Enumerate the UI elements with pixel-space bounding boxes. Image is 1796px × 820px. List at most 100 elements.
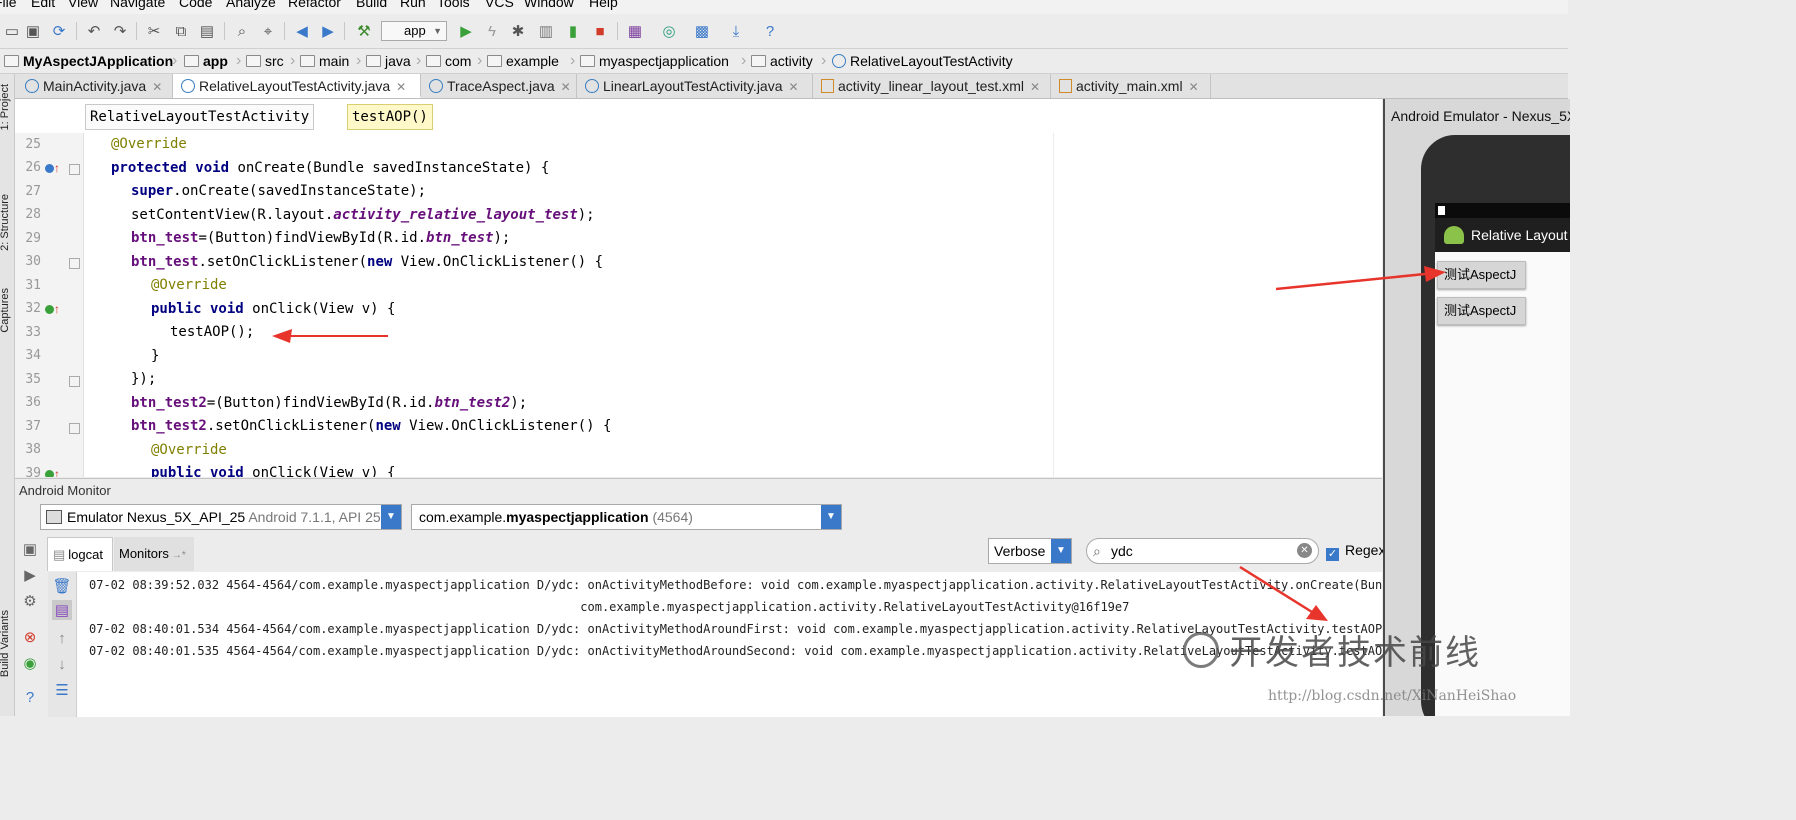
menu-window[interactable]: Window (524, 0, 574, 10)
sync-icon[interactable]: ⟳ (49, 21, 69, 41)
fold-icon[interactable] (69, 164, 80, 175)
tab-traceaspect[interactable]: TraceAspect.java ✕ (421, 74, 577, 98)
copy-icon[interactable]: ⧉ (171, 21, 191, 41)
captures-panel-toggle[interactable]: Captures (0, 288, 11, 333)
debug-icon[interactable]: ✱ (508, 21, 528, 41)
help-icon[interactable]: ? (760, 21, 780, 41)
instant-run-icon[interactable]: ϟ (482, 21, 502, 41)
line-number: 27 (25, 184, 41, 199)
fold-icon[interactable] (69, 423, 80, 434)
download-icon[interactable]: ⤓ (726, 21, 746, 41)
make-project-icon[interactable]: ⚒ (354, 21, 374, 41)
device-selector[interactable]: Emulator Nexus_5X_API_25 Android 7.1.1, … (40, 504, 402, 530)
editor-class-crumb[interactable]: RelativeLayoutTestActivity (85, 104, 315, 130)
code-editor[interactable]: RelativeLayoutTestActivity testAOP() 25 … (15, 99, 1382, 477)
tab-logcat[interactable]: ▤ logcat (47, 537, 113, 571)
menu-code[interactable]: Code (179, 0, 212, 10)
implements-marker-icon[interactable] (45, 470, 54, 477)
screenshot-icon[interactable]: ▣ (20, 539, 40, 559)
tab-mainactivity[interactable]: MainActivity.java ✕ (17, 74, 173, 98)
down-icon[interactable]: ↓ (52, 654, 72, 674)
aspectj-test-button-2[interactable]: 测试AspectJ (1437, 297, 1526, 325)
find-icon[interactable]: ⌕ (232, 21, 252, 41)
avd-manager-icon[interactable]: ◎ (659, 21, 679, 41)
close-icon[interactable]: ✕ (1189, 80, 1199, 94)
override-marker-icon[interactable] (45, 164, 54, 173)
sdk-manager-icon[interactable]: ▦ (625, 21, 645, 41)
crumb-activity[interactable]: activity (751, 52, 813, 70)
crumb-project[interactable]: MyAspectJApplication (4, 52, 173, 70)
menu-refactor[interactable]: Refactor (288, 0, 341, 10)
crumb-src[interactable]: src (246, 52, 284, 70)
run-config-dropdown[interactable]: app ▼ (381, 21, 447, 41)
menu-edit[interactable]: Edit (31, 0, 55, 10)
close-icon[interactable]: ✕ (789, 80, 799, 94)
menu-run[interactable]: Run (400, 0, 426, 10)
menu-file[interactable]: File (0, 0, 17, 10)
tab-monitors[interactable]: Monitors →* (114, 537, 194, 571)
tab-activity-main-xml[interactable]: activity_main.xml ✕ (1051, 74, 1211, 98)
forward-icon[interactable]: ▶ (318, 21, 338, 41)
close-icon[interactable]: ✕ (561, 80, 571, 94)
apply-changes-icon[interactable]: ▮ (563, 21, 583, 41)
run-icon[interactable]: ▶ (456, 21, 476, 41)
up-icon[interactable]: ↑ (52, 628, 72, 648)
menu-vcs[interactable]: VCS (485, 0, 514, 10)
save-icon[interactable]: ▣ (23, 21, 43, 41)
terminate-app-icon[interactable]: ⊗ (20, 627, 40, 647)
help-icon[interactable]: ? (20, 687, 40, 707)
crumb-example[interactable]: example (487, 52, 559, 70)
close-icon[interactable]: ✕ (396, 80, 406, 94)
tab-activity-linear-layout-test-xml[interactable]: activity_linear_layout_test.xml ✕ (813, 74, 1051, 98)
regex-label: Regex (1345, 542, 1386, 558)
project-structure-icon[interactable]: ▩ (692, 21, 712, 41)
aspectj-test-button-1[interactable]: 测试AspectJ (1437, 261, 1526, 289)
crumb-class[interactable]: RelativeLayoutTestActivity (832, 52, 1013, 70)
build-variants-panel-toggle[interactable]: Build Variants (0, 610, 11, 677)
cut-icon[interactable]: ✂ (144, 21, 164, 41)
screen-record-icon[interactable]: ▶ (20, 565, 40, 585)
crumb-java[interactable]: java (366, 52, 411, 70)
menu-build[interactable]: Build (356, 0, 387, 10)
device-detail: Android 7.1.1, API 25 (248, 509, 381, 525)
fold-icon[interactable] (69, 258, 80, 269)
menu-navigate[interactable]: Navigate (110, 0, 165, 10)
tab-linearlayouttestactivity[interactable]: LinearLayoutTestActivity.java ✕ (577, 74, 813, 98)
editor-method-crumb[interactable]: testAOP() (347, 104, 433, 130)
menu-analyze[interactable]: Analyze (226, 0, 276, 10)
monitor-title: Android Monitor (19, 483, 111, 498)
menu-help[interactable]: Help (589, 0, 618, 10)
layout-inspector-icon[interactable]: ◉ (20, 653, 40, 673)
menu-tools[interactable]: Tools (437, 0, 470, 10)
implements-marker-icon[interactable] (45, 305, 54, 314)
close-icon[interactable]: ✕ (1030, 80, 1040, 94)
replace-icon[interactable]: ⌖ (258, 21, 278, 41)
tab-relativelayouttestactivity[interactable]: RelativeLayoutTestActivity.java ✕ (173, 74, 421, 98)
crumb-com[interactable]: com (426, 52, 471, 70)
structure-panel-toggle[interactable]: 2: Structure (0, 194, 11, 251)
open-folder-icon[interactable]: ▭ (2, 21, 22, 41)
scroll-to-end-icon[interactable]: ▤ (52, 600, 72, 620)
undo-icon[interactable]: ↶ (84, 21, 104, 41)
stop-icon[interactable]: ■ (590, 21, 610, 41)
settings-icon[interactable]: ☰ (52, 680, 72, 700)
project-panel-toggle[interactable]: 1: Project (0, 84, 11, 130)
crumb-main[interactable]: main (300, 52, 349, 70)
close-icon[interactable]: ✕ (152, 80, 162, 94)
log-level-select[interactable]: Verbose ▼ (988, 538, 1072, 564)
process-pid: (4564) (652, 509, 693, 525)
regex-checkbox[interactable]: ✓ Regex (1326, 542, 1385, 561)
attach-debugger-icon[interactable]: ▥ (536, 21, 556, 41)
crumb-app[interactable]: app (184, 52, 228, 70)
fold-icon[interactable] (69, 376, 80, 387)
back-icon[interactable]: ◀ (292, 21, 312, 41)
clear-logcat-icon[interactable]: 🗑 (52, 576, 72, 596)
redo-icon[interactable]: ↷ (110, 21, 130, 41)
paste-icon[interactable]: ▤ (197, 21, 217, 41)
log-search-input[interactable]: ⌕ ydc ✕ (1086, 538, 1319, 564)
crumb-package[interactable]: myaspectjapplication (580, 52, 729, 70)
menu-view[interactable]: View (68, 0, 98, 10)
system-info-icon[interactable]: ⚙ (20, 591, 40, 611)
clear-search-icon[interactable]: ✕ (1297, 543, 1312, 558)
process-selector[interactable]: com.example.myaspectjapplication (4564) … (411, 504, 842, 530)
